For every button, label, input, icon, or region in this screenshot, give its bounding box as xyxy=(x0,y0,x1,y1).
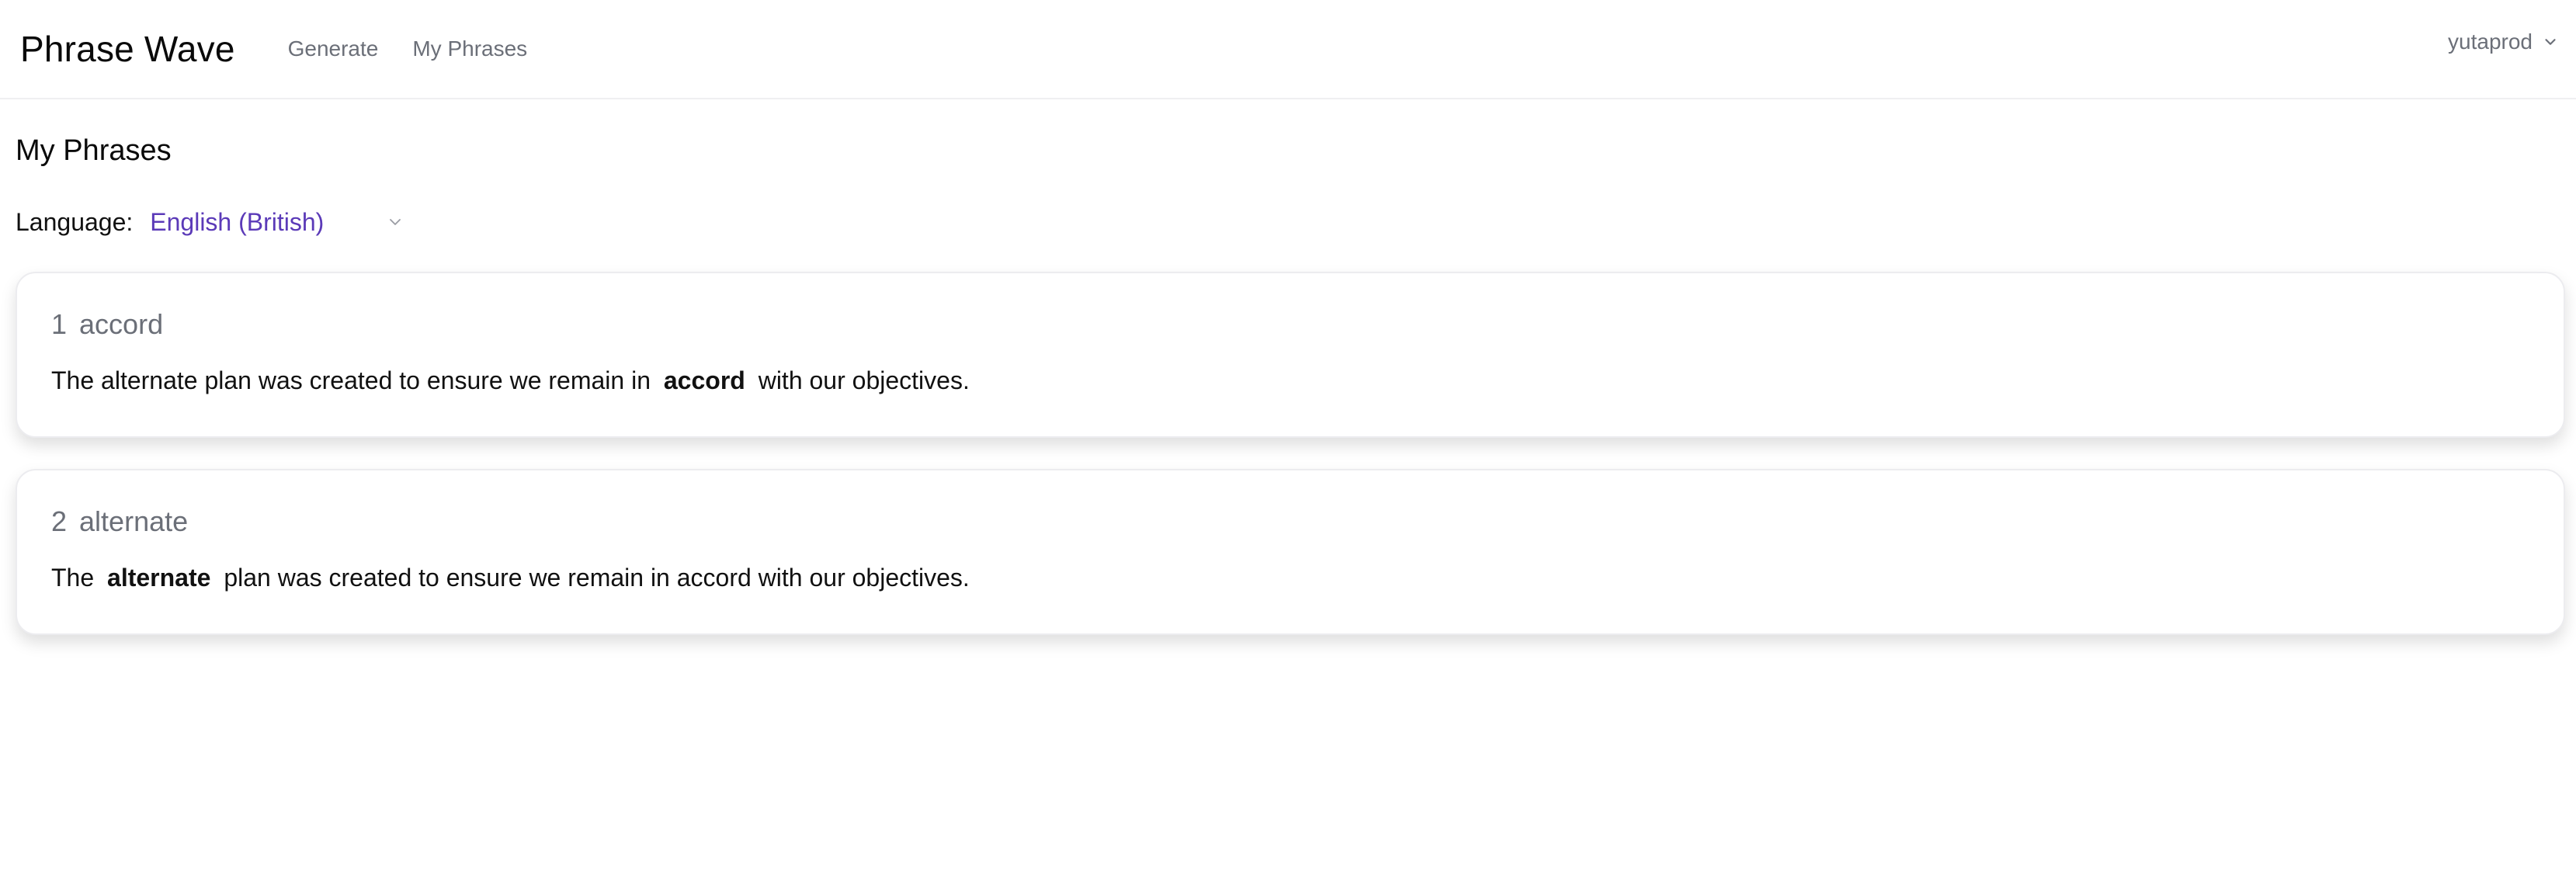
sentence-before: The xyxy=(51,564,95,592)
language-filter: Language: English (British) xyxy=(16,203,2560,241)
phrase-index: 1 xyxy=(51,308,68,340)
sentence-highlight: alternate xyxy=(107,564,211,592)
phrase-sentence: The alternate plan was created to ensure… xyxy=(51,562,2564,593)
sentence-after: with our objectives. xyxy=(758,366,970,394)
app-logo[interactable]: Phrase Wave xyxy=(20,28,235,70)
nav-my-phrases[interactable]: My Phrases xyxy=(412,36,527,61)
language-select[interactable]: English (British) xyxy=(150,208,414,237)
chevron-down-icon xyxy=(2545,39,2556,45)
phrase-list: 1 accord The alternate plan was created … xyxy=(16,272,2565,635)
top-navbar: Phrase Wave Generate My Phrases yutaprod xyxy=(0,0,2576,99)
phrase-card[interactable]: 2 alternate The alternate plan was creat… xyxy=(16,469,2565,635)
sentence-highlight: accord xyxy=(663,366,745,394)
phrase-index: 2 xyxy=(51,505,68,537)
user-menu[interactable]: yutaprod xyxy=(2448,30,2559,54)
phrase-word: accord xyxy=(79,308,164,340)
chevron-down-icon xyxy=(390,219,401,225)
phrase-card[interactable]: 1 accord The alternate plan was created … xyxy=(16,272,2565,438)
language-label: Language: xyxy=(16,207,134,236)
nav-generate[interactable]: Generate xyxy=(288,36,379,61)
page-title: My Phrases xyxy=(16,134,172,167)
sentence-after: plan was created to ensure we remain in … xyxy=(224,564,970,592)
main-content: My Phrases Language: English (British) 1… xyxy=(0,132,2576,635)
sentence-before: The alternate plan was created to ensure… xyxy=(51,366,651,394)
phrase-card-header: 1 accord xyxy=(51,307,2564,342)
phrase-sentence: The alternate plan was created to ensure… xyxy=(51,365,2564,396)
language-selected-value: English (British) xyxy=(150,207,325,236)
phrase-word: alternate xyxy=(79,505,189,537)
phrase-card-header: 2 alternate xyxy=(51,505,2564,539)
user-name: yutaprod xyxy=(2448,30,2533,54)
